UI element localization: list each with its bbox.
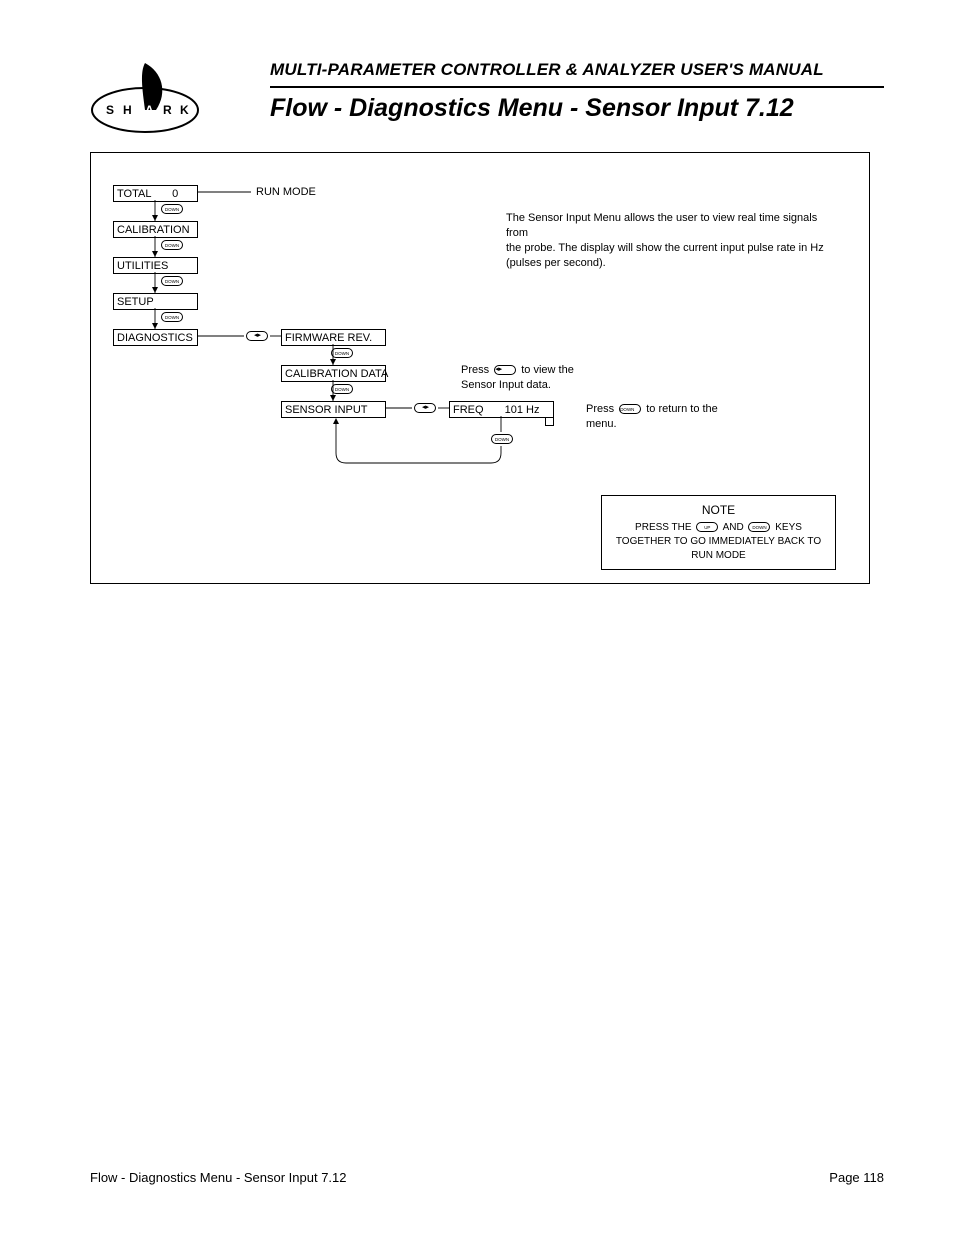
svg-text:S: S <box>106 103 114 117</box>
down-button-icon[interactable]: DOWN <box>491 434 513 444</box>
note-line-2: TOGETHER TO GO IMMEDIATELY BACK TO <box>610 535 827 549</box>
menu-flow-diagram: TOTAL 0 RUN MODE CALIBRATION UTILITIES S… <box>90 152 870 584</box>
page-title: Flow - Diagnostics Menu - Sensor Input 7… <box>270 94 884 123</box>
page-footer: Flow - Diagnostics Menu - Sensor Input 7… <box>90 1170 884 1185</box>
menu-freq-label: FREQ <box>453 404 484 416</box>
manual-title: MULTI-PARAMETER CONTROLLER & ANALYZER US… <box>270 60 884 80</box>
down-button-icon[interactable]: DOWN <box>161 240 183 250</box>
footer-title: Flow - Diagnostics Menu - Sensor Input 7… <box>90 1170 347 1185</box>
down-button-icon[interactable]: DOWN <box>161 276 183 286</box>
down-button-icon: DOWN <box>619 404 641 414</box>
menu-freq: FREQ 101 Hz <box>449 401 554 418</box>
down-button-icon[interactable]: DOWN <box>161 204 183 214</box>
left-right-button-icon[interactable] <box>414 403 436 413</box>
svg-text:A: A <box>145 103 154 117</box>
down-button-icon[interactable]: DOWN <box>331 384 353 394</box>
press-view-text: Press to view the Sensor Input data. <box>461 363 601 393</box>
shark-logo-icon: S H A R K <box>90 60 200 134</box>
press-return-1: Press <box>586 403 614 415</box>
left-right-button-icon <box>494 365 516 375</box>
press-return-text: Press DOWN to return to the menu. <box>586 402 746 432</box>
menu-utilities: UTILITIES <box>113 257 198 274</box>
menu-firmware-rev: FIRMWARE REV. <box>281 329 386 346</box>
menu-calibration: CALIBRATION <box>113 221 198 238</box>
menu-total-value: 0 <box>172 188 178 200</box>
press-return-2: to return to the <box>646 403 718 415</box>
menu-sensor-input: SENSOR INPUT <box>281 401 386 418</box>
page-header: S H A R K MULTI-PARAMETER CONTROLLER & A… <box>60 60 894 150</box>
scroll-indicator-icon <box>545 417 554 426</box>
menu-total-label: TOTAL <box>117 188 151 200</box>
menu-calibration-data: CALIBRATION DATA <box>281 365 386 382</box>
intro-line-1: The Sensor Input Menu allows the user to… <box>506 212 817 239</box>
intro-line-3: (pulses per second). <box>506 257 606 269</box>
menu-setup: SETUP <box>113 293 198 310</box>
intro-line-2: the probe. The display will show the cur… <box>506 242 824 254</box>
svg-text:K: K <box>180 103 189 117</box>
left-right-button-icon[interactable] <box>246 331 268 341</box>
svg-text:R: R <box>163 103 172 117</box>
press-return-3: menu. <box>586 418 617 430</box>
note-box: NOTE PRESS THE UP AND DOWN KEYS TOGETHER… <box>601 495 836 570</box>
up-button-icon: UP <box>696 522 718 532</box>
press-view-3: Sensor Input data. <box>461 379 551 391</box>
press-view-2: to view the <box>521 364 574 376</box>
press-view-1: Press <box>461 364 489 376</box>
note-title: NOTE <box>610 502 827 519</box>
svg-text:H: H <box>123 103 132 117</box>
menu-freq-value: 101 Hz <box>505 404 540 416</box>
intro-text: The Sensor Input Menu allows the user to… <box>506 211 836 270</box>
menu-diagnostics: DIAGNOSTICS <box>113 329 198 346</box>
run-mode-label: RUN MODE <box>256 186 316 198</box>
footer-page-number: Page 118 <box>829 1170 884 1185</box>
down-button-icon[interactable]: DOWN <box>331 348 353 358</box>
note-line-3: RUN MODE <box>610 549 827 563</box>
menu-total: TOTAL 0 <box>113 185 198 202</box>
note-line-1: PRESS THE UP AND DOWN KEYS <box>610 521 827 535</box>
header-divider <box>270 86 884 88</box>
down-button-icon: DOWN <box>748 522 770 532</box>
down-button-icon[interactable]: DOWN <box>161 312 183 322</box>
